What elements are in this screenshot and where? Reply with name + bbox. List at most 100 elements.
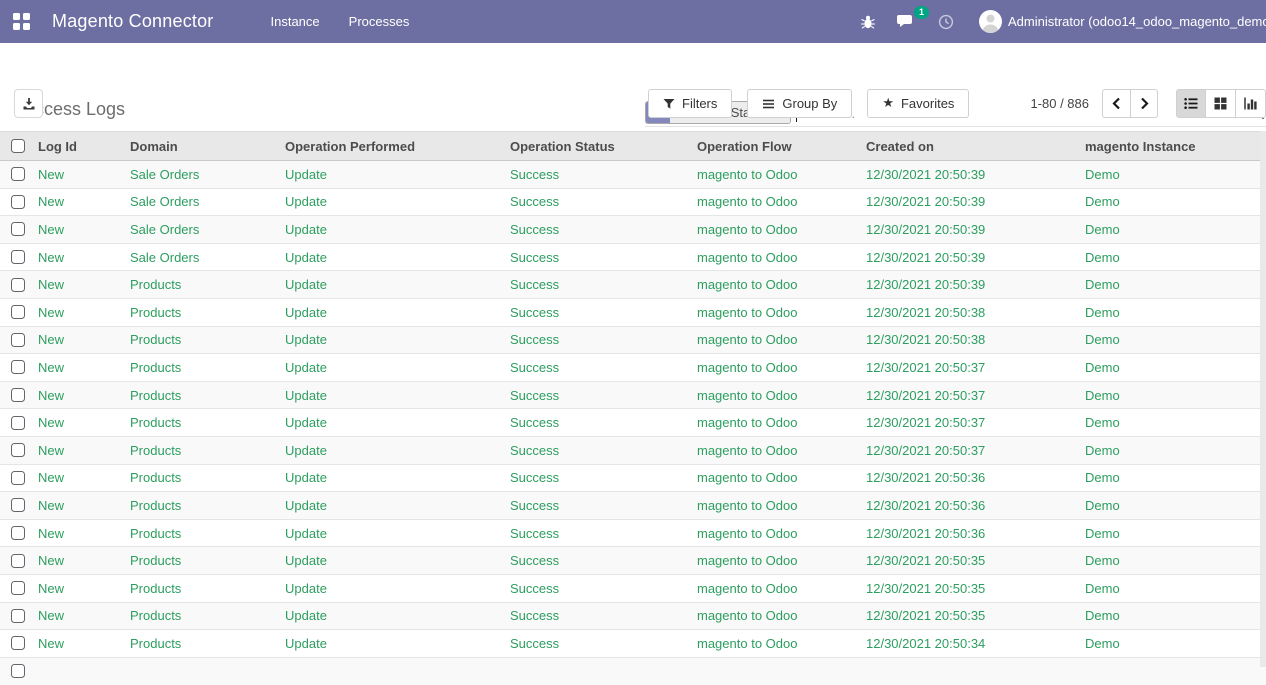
row-checkbox[interactable] (11, 167, 25, 181)
cell-magento-instance[interactable]: Demo (1079, 216, 1266, 244)
cell-domain[interactable]: Products (124, 354, 279, 382)
cell-operation-performed[interactable]: Update (279, 436, 504, 464)
cell-created-on[interactable] (860, 657, 1079, 685)
header-magento-instance[interactable]: magento Instance (1079, 132, 1266, 161)
cell-created-on[interactable]: 12/30/2021 20:50:37 (860, 381, 1079, 409)
cell-created-on[interactable]: 12/30/2021 20:50:38 (860, 298, 1079, 326)
cell-domain[interactable]: Products (124, 602, 279, 630)
header-operation-status[interactable]: Operation Status (504, 132, 691, 161)
cell-domain[interactable]: Products (124, 574, 279, 602)
table-row[interactable]: New Products Update Success magento to O… (0, 492, 1266, 520)
cell-operation-flow[interactable]: magento to Odoo (691, 492, 860, 520)
cell-operation-performed[interactable]: Update (279, 271, 504, 299)
user-menu[interactable]: Administrator (odoo14_odoo_magento_demo (979, 10, 1266, 33)
cell-operation-performed[interactable]: Update (279, 161, 504, 189)
cell-operation-status[interactable]: Success (504, 243, 691, 271)
cell-operation-status[interactable]: Success (504, 464, 691, 492)
cell-operation-flow[interactable]: magento to Odoo (691, 602, 860, 630)
cell-operation-performed[interactable]: Update (279, 243, 504, 271)
cell-domain[interactable]: Products (124, 409, 279, 437)
cell-operation-performed[interactable]: Update (279, 492, 504, 520)
cell-created-on[interactable]: 12/30/2021 20:50:37 (860, 409, 1079, 437)
cell-created-on[interactable]: 12/30/2021 20:50:35 (860, 547, 1079, 575)
cell-operation-flow[interactable]: magento to Odoo (691, 436, 860, 464)
row-checkbox[interactable] (11, 471, 25, 485)
cell-domain[interactable] (124, 657, 279, 685)
table-row[interactable]: New Products Update Success magento to O… (0, 630, 1266, 658)
cell-log-id[interactable]: New (32, 409, 124, 437)
table-row[interactable]: New Sale Orders Update Success magento t… (0, 161, 1266, 189)
cell-operation-flow[interactable]: magento to Odoo (691, 381, 860, 409)
activities-clock-icon[interactable] (938, 14, 954, 30)
cell-magento-instance[interactable]: Demo (1079, 243, 1266, 271)
cell-operation-status[interactable]: Success (504, 326, 691, 354)
row-checkbox[interactable] (11, 360, 25, 374)
table-row[interactable]: New Products Update Success magento to O… (0, 547, 1266, 575)
cell-operation-performed[interactable]: Update (279, 354, 504, 382)
table-row[interactable]: New Products Update Success magento to O… (0, 464, 1266, 492)
cell-operation-flow[interactable]: magento to Odoo (691, 354, 860, 382)
cell-operation-status[interactable]: Success (504, 188, 691, 216)
cell-created-on[interactable]: 12/30/2021 20:50:38 (860, 326, 1079, 354)
cell-magento-instance[interactable]: Demo (1079, 298, 1266, 326)
cell-operation-performed[interactable] (279, 657, 504, 685)
cell-magento-instance[interactable]: Demo (1079, 354, 1266, 382)
cell-domain[interactable]: Products (124, 326, 279, 354)
cell-operation-flow[interactable]: magento to Odoo (691, 574, 860, 602)
cell-log-id[interactable]: New (32, 381, 124, 409)
cell-operation-flow[interactable]: magento to Odoo (691, 243, 860, 271)
table-row[interactable]: New Sale Orders Update Success magento t… (0, 216, 1266, 244)
cell-magento-instance[interactable]: Demo (1079, 381, 1266, 409)
export-button[interactable] (14, 89, 43, 118)
cell-operation-flow[interactable]: magento to Odoo (691, 409, 860, 437)
row-checkbox[interactable] (11, 278, 25, 292)
row-checkbox[interactable] (11, 250, 25, 264)
cell-magento-instance[interactable]: Demo (1079, 547, 1266, 575)
menu-instance[interactable]: Instance (271, 10, 320, 33)
table-row[interactable]: New Products Update Success magento to O… (0, 602, 1266, 630)
cell-operation-performed[interactable]: Update (279, 409, 504, 437)
cell-domain[interactable]: Products (124, 298, 279, 326)
row-checkbox[interactable] (11, 554, 25, 568)
cell-created-on[interactable]: 12/30/2021 20:50:36 (860, 519, 1079, 547)
cell-magento-instance[interactable]: Demo (1079, 492, 1266, 520)
table-row[interactable]: New Products Update Success magento to O… (0, 381, 1266, 409)
pager-next-button[interactable] (1130, 89, 1158, 118)
cell-operation-status[interactable]: Success (504, 271, 691, 299)
cell-log-id[interactable]: New (32, 271, 124, 299)
cell-log-id[interactable]: New (32, 298, 124, 326)
cell-domain[interactable]: Products (124, 519, 279, 547)
cell-operation-status[interactable]: Success (504, 298, 691, 326)
cell-magento-instance[interactable]: Demo (1079, 188, 1266, 216)
cell-operation-flow[interactable]: magento to Odoo (691, 519, 860, 547)
cell-magento-instance[interactable]: Demo (1079, 326, 1266, 354)
header-operation-performed[interactable]: Operation Performed (279, 132, 504, 161)
cell-domain[interactable]: Sale Orders (124, 243, 279, 271)
row-checkbox[interactable] (11, 222, 25, 236)
cell-operation-status[interactable]: Success (504, 519, 691, 547)
cell-operation-flow[interactable]: magento to Odoo (691, 216, 860, 244)
row-checkbox[interactable] (11, 195, 25, 209)
cell-log-id[interactable]: New (32, 243, 124, 271)
cell-log-id[interactable]: New (32, 436, 124, 464)
row-checkbox[interactable] (11, 609, 25, 623)
cell-magento-instance[interactable]: Demo (1079, 602, 1266, 630)
cell-operation-status[interactable]: Success (504, 409, 691, 437)
cell-operation-status[interactable]: Success (504, 381, 691, 409)
cell-operation-performed[interactable]: Update (279, 188, 504, 216)
table-row[interactable]: New Sale Orders Update Success magento t… (0, 243, 1266, 271)
cell-operation-performed[interactable]: Update (279, 574, 504, 602)
cell-operation-performed[interactable]: Update (279, 298, 504, 326)
row-checkbox[interactable] (11, 333, 25, 347)
cell-created-on[interactable]: 12/30/2021 20:50:37 (860, 436, 1079, 464)
cell-operation-flow[interactable]: magento to Odoo (691, 298, 860, 326)
table-row[interactable] (0, 657, 1266, 685)
header-domain[interactable]: Domain (124, 132, 279, 161)
table-row[interactable]: New Products Update Success magento to O… (0, 519, 1266, 547)
cell-created-on[interactable]: 12/30/2021 20:50:36 (860, 464, 1079, 492)
cell-created-on[interactable]: 12/30/2021 20:50:39 (860, 216, 1079, 244)
cell-domain[interactable]: Products (124, 547, 279, 575)
table-row[interactable]: New Products Update Success magento to O… (0, 298, 1266, 326)
vertical-scrollbar[interactable] (1260, 131, 1266, 667)
header-created-on[interactable]: Created on (860, 132, 1079, 161)
